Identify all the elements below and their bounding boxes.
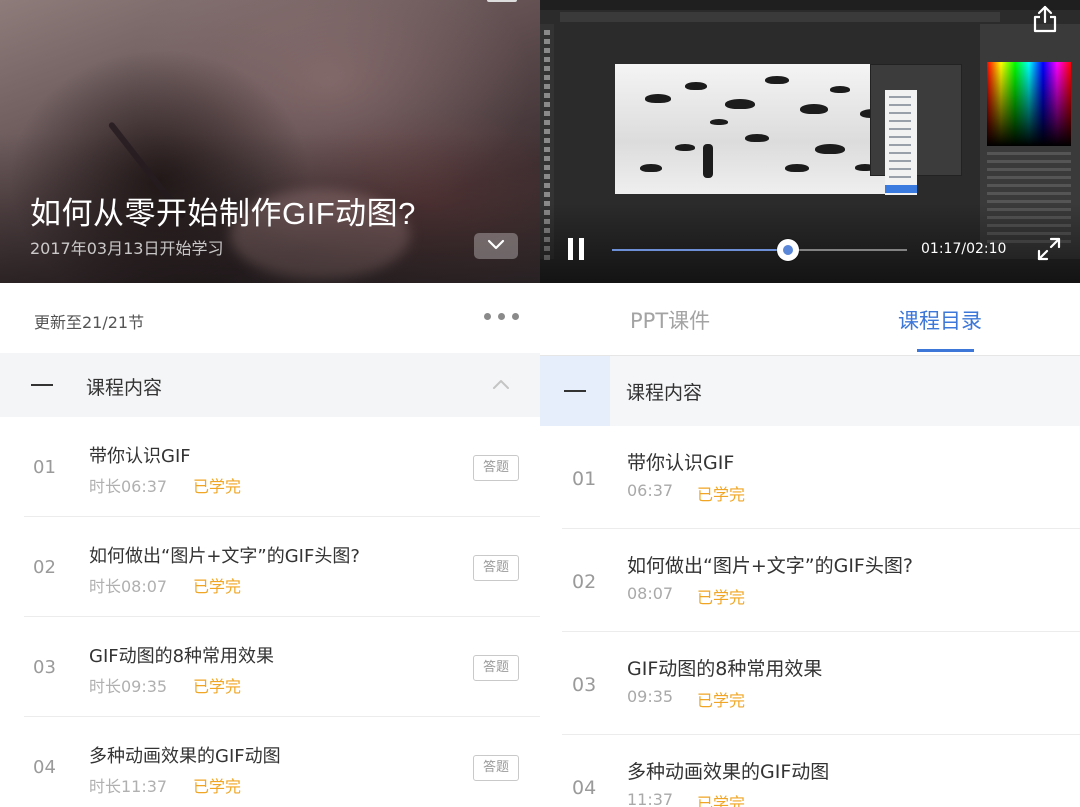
- quiz-button[interactable]: 答题: [473, 455, 519, 481]
- lesson-title: 如何做出“图片+文字”的GIF头图?: [627, 555, 913, 577]
- share-icon[interactable]: [1031, 4, 1059, 34]
- lesson-duration: 09:35: [627, 687, 674, 706]
- color-picker-graphic: [987, 62, 1071, 146]
- lesson-title: 多种动画效果的GIF动图: [89, 746, 281, 767]
- playback-time: 01:17/02:10: [921, 241, 1007, 257]
- expand-button[interactable]: [474, 233, 518, 259]
- section-title: 课程内容: [626, 382, 703, 404]
- progress-thumb[interactable]: [776, 239, 799, 261]
- lesson-status: 已学完: [193, 477, 242, 496]
- lesson-status: 已学完: [697, 794, 746, 807]
- quiz-button[interactable]: 答题: [473, 755, 519, 781]
- collapse-dash-icon: [564, 390, 586, 392]
- lesson-number: 02: [572, 571, 597, 593]
- lesson-duration: 时长06:37: [89, 477, 168, 496]
- chevron-up-icon[interactable]: [491, 378, 511, 390]
- content-tabs: PPT课件 课程目录: [540, 283, 1080, 356]
- lesson-row[interactable]: 04 多种动画效果的GIF动图 11:37 已学完: [540, 735, 1080, 807]
- course-player-screen: 01:17/02:10 PPT课件 课程目录 课程内容 01 带你认识GIF 06:…: [540, 0, 1080, 807]
- course-cover-image: 如何从零开始制作GIF动图? 2017年03月13日开始学习: [0, 0, 540, 283]
- lesson-status: 已学完: [697, 485, 746, 504]
- lesson-duration: 时长08:07: [89, 577, 168, 596]
- lesson-number: 03: [572, 674, 597, 696]
- lesson-duration: 时长09:35: [89, 677, 168, 696]
- lesson-title: 多种动画效果的GIF动图: [627, 761, 830, 783]
- more-dots-icon[interactable]: [484, 309, 520, 323]
- lesson-duration: 06:37: [627, 481, 674, 500]
- lesson-status: 已学完: [697, 691, 746, 710]
- lesson-row[interactable]: 01 带你认识GIF 06:37 已学完: [540, 426, 1080, 529]
- lesson-status: 已学完: [697, 588, 746, 607]
- lesson-status: 已学完: [193, 677, 242, 696]
- update-status-bar: 更新至21/21节: [0, 283, 540, 353]
- lesson-row[interactable]: 02 如何做出“图片+文字”的GIF头图? 08:07 已学完: [540, 529, 1080, 632]
- lesson-title: GIF动图的8种常用效果: [89, 646, 275, 667]
- collapse-dash-icon: [31, 384, 53, 386]
- lesson-title: 带你认识GIF: [627, 452, 735, 474]
- video-player[interactable]: 01:17/02:10: [540, 0, 1080, 283]
- fullscreen-icon[interactable]: [1036, 236, 1062, 262]
- lesson-duration: 时长11:37: [89, 777, 168, 796]
- update-status: 更新至21/21节: [34, 313, 145, 332]
- lesson-row[interactable]: 03 GIF动图的8种常用效果 09:35 已学完: [540, 632, 1080, 735]
- tab-catalog[interactable]: 课程目录: [898, 305, 982, 335]
- lesson-number: 01: [572, 468, 597, 490]
- lesson-row[interactable]: 03 GIF动图的8种常用效果 时长09:35 已学完 答题: [0, 617, 540, 717]
- lesson-status: 已学完: [193, 777, 242, 796]
- lesson-number: 04: [33, 757, 56, 778]
- lesson-row[interactable]: 02 如何做出“图片+文字”的GIF头图? 时长08:07 已学完 答题: [0, 517, 540, 617]
- active-tab-indicator: [917, 349, 974, 352]
- lesson-number: 04: [572, 777, 597, 799]
- section-header[interactable]: 课程内容: [540, 356, 1080, 426]
- lesson-title: GIF动图的8种常用效果: [627, 658, 823, 680]
- chevron-down-icon: [487, 239, 505, 250]
- course-start-date: 2017年03月13日开始学习: [30, 239, 224, 258]
- section-title: 课程内容: [86, 377, 163, 399]
- section-header[interactable]: 课程内容: [0, 353, 540, 417]
- progress-fill: [612, 249, 788, 251]
- lesson-row[interactable]: 01 带你认识GIF 时长06:37 已学完 答题: [0, 417, 540, 517]
- lesson-status: 已学完: [193, 577, 242, 596]
- course-title: 如何从零开始制作GIF动图?: [30, 196, 416, 231]
- lesson-title: 如何做出“图片+文字”的GIF头图?: [89, 546, 360, 567]
- quiz-button[interactable]: 答题: [473, 555, 519, 581]
- cover-handle: [487, 0, 517, 2]
- lesson-duration: 08:07: [627, 584, 674, 603]
- lesson-number: 01: [33, 457, 56, 478]
- lesson-duration: 11:37: [627, 790, 674, 807]
- lesson-row[interactable]: 04 多种动画效果的GIF动图 时长11:37 已学完 答题: [0, 717, 540, 807]
- lesson-title: 带你认识GIF: [89, 446, 191, 467]
- quiz-button[interactable]: 答题: [473, 655, 519, 681]
- lesson-number: 03: [33, 657, 56, 678]
- lesson-number: 02: [33, 557, 56, 578]
- pause-icon[interactable]: [568, 238, 584, 260]
- tab-ppt[interactable]: PPT课件: [630, 305, 710, 335]
- course-detail-screen: 如何从零开始制作GIF动图? 2017年03月13日开始学习 更新至21/21节…: [0, 0, 540, 807]
